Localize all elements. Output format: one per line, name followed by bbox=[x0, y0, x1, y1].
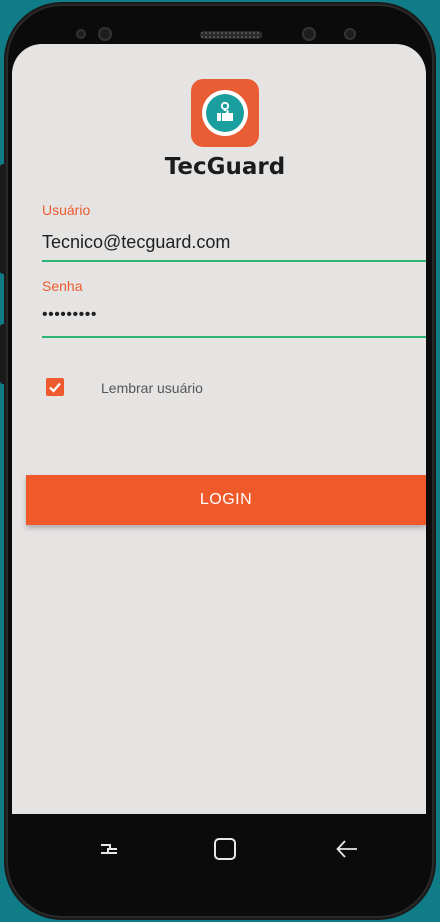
password-field[interactable]: ••••••••• bbox=[42, 306, 97, 324]
front-camera-icon bbox=[98, 27, 112, 41]
proximity-sensor-icon bbox=[344, 28, 356, 40]
password-field-underline bbox=[42, 336, 426, 338]
app-title: TecGuard bbox=[164, 154, 286, 180]
user-field[interactable]: Tecnico@tecguard.com bbox=[42, 232, 230, 253]
user-field-label: Usuário bbox=[42, 202, 91, 218]
password-field-label: Senha bbox=[42, 278, 83, 294]
checkmark-icon bbox=[49, 382, 61, 393]
remember-label: Lembrar usuário bbox=[101, 380, 203, 396]
iris-camera-icon bbox=[302, 27, 316, 41]
back-icon[interactable] bbox=[332, 834, 362, 864]
navigation-bar bbox=[12, 814, 426, 884]
login-button[interactable]: LOGIN bbox=[26, 475, 426, 525]
logo-ring bbox=[202, 90, 248, 136]
recent-apps-icon[interactable] bbox=[94, 834, 124, 864]
app-logo bbox=[191, 79, 259, 147]
sensor-icon bbox=[76, 29, 86, 39]
phone-top-bezel bbox=[66, 22, 376, 46]
thumbs-up-wrench-icon bbox=[206, 94, 244, 132]
remember-checkbox[interactable] bbox=[46, 378, 64, 396]
user-field-underline bbox=[42, 260, 426, 262]
earpiece-speaker bbox=[200, 31, 262, 39]
home-icon[interactable] bbox=[210, 834, 240, 864]
app-screen: TecGuard Usuário Tecnico@tecguard.com Se… bbox=[12, 44, 426, 814]
